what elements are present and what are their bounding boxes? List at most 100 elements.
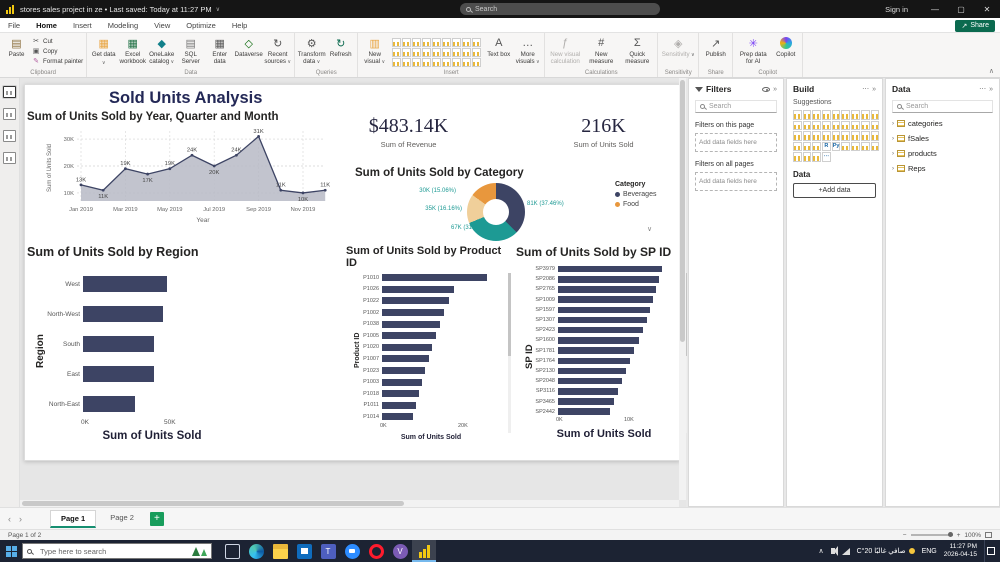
bar[interactable] <box>558 326 643 334</box>
more-options-icon[interactable]: ⋯ <box>862 85 869 93</box>
sql-server-button[interactable]: ▤ SQL Server <box>177 35 204 66</box>
data-table-products[interactable]: › products <box>892 149 993 158</box>
prep-data-for-ai-button[interactable]: ✳ Prep data for AI <box>736 35 770 66</box>
taskbar-app-power-bi[interactable] <box>412 540 436 562</box>
network-icon[interactable] <box>841 547 850 555</box>
more-options-icon[interactable]: ⋯ <box>979 85 986 93</box>
azure-map-visual-icon[interactable] <box>822 131 831 141</box>
bar-row-p1010[interactable]: P1010 <box>346 272 511 284</box>
bar[interactable] <box>382 285 454 293</box>
arcgis-map-visual-icon[interactable] <box>432 58 442 67</box>
report-view-icon[interactable] <box>3 86 16 98</box>
previous-page-icon[interactable]: ‹ <box>8 514 11 524</box>
bar[interactable] <box>558 306 651 314</box>
ribbon-chart-visual-icon[interactable] <box>812 120 822 130</box>
clock[interactable]: 11:27 PM 2026-04-15 <box>944 543 977 559</box>
chevron-right-icon[interactable]: › <box>892 121 894 127</box>
canvas-horizontal-scrollbar[interactable] <box>20 500 679 507</box>
bar[interactable] <box>382 401 417 409</box>
bar-row-sp1764[interactable]: SP1764 <box>516 356 687 366</box>
100-stacked-column-visual-icon[interactable] <box>841 110 851 120</box>
line-and-clustered-column-visual-icon[interactable] <box>802 120 812 130</box>
bar-row-p1002[interactable]: P1002 <box>346 307 511 319</box>
tray-expand-icon[interactable]: ∧ <box>818 547 823 555</box>
visual-donut-chart[interactable]: Sum of Units Sold by Category 81K (37.46%… <box>343 167 681 245</box>
filters-drop-area[interactable]: Add data fields here <box>695 133 777 152</box>
stacked-area-visual-icon[interactable] <box>472 38 482 47</box>
chevron-right-icon[interactable]: › <box>892 151 894 157</box>
onelake-catalog-button[interactable]: ◆ OneLake catalog ∨ <box>148 35 175 66</box>
bar[interactable] <box>558 377 623 385</box>
shape-map-visual-icon[interactable] <box>412 58 422 67</box>
bar[interactable] <box>382 413 414 421</box>
text-box-button[interactable]: A Text box <box>485 35 512 58</box>
bar-row-p1038[interactable]: P1038 <box>346 318 511 330</box>
transform-data-button[interactable]: ⚙ Transform data ∨ <box>298 35 326 66</box>
enter-data-button[interactable]: ▦ Enter data <box>206 35 233 66</box>
bar[interactable] <box>83 366 155 382</box>
bar-row-sp2442[interactable]: SP2442 <box>516 407 687 417</box>
bar[interactable] <box>382 274 487 282</box>
visual-line-chart[interactable]: Sum of Units Sold by Year, Quarter and M… <box>27 111 341 245</box>
dax-query-view-icon[interactable] <box>3 152 16 164</box>
speaker-icon[interactable] <box>830 546 838 556</box>
visual-sp-bar-chart[interactable]: Sum of Units Sold by SP ID SP3979 SP2086 SP… <box>516 245 687 459</box>
stacked-bar-visual-icon[interactable] <box>392 38 402 47</box>
get-data-button[interactable]: ▦ Get data ∨ <box>90 35 117 67</box>
legend-item-beverages[interactable]: Beverages <box>615 191 656 198</box>
bar-row-sp1597[interactable]: SP1597 <box>516 305 687 315</box>
bar-row-sp1781[interactable]: SP1781 <box>516 346 687 356</box>
data-table-reps[interactable]: › Reps <box>892 164 993 173</box>
sensitivity-button[interactable]: ◈ Sensitivity ∨ <box>661 35 695 59</box>
python-visual-icon[interactable]: Py <box>831 141 841 151</box>
bar[interactable] <box>83 336 155 352</box>
bar[interactable] <box>558 398 615 405</box>
multi-row-card-visual-icon[interactable] <box>462 58 472 67</box>
table-view-icon[interactable] <box>3 108 16 120</box>
matrix-visual-icon[interactable] <box>812 141 822 151</box>
decomposition-tree-visual-icon[interactable] <box>851 141 860 151</box>
visual-units-card[interactable]: 216K Sum of Units Sold <box>536 113 671 167</box>
clustered-column-visual-icon[interactable] <box>822 110 831 120</box>
donut-visual-icon[interactable] <box>860 120 870 130</box>
bar-row-p1014[interactable]: P1014 <box>346 411 511 423</box>
stacked-area-visual-icon[interactable] <box>870 110 880 120</box>
ribbon-chart-visual-icon[interactable] <box>412 48 422 57</box>
collapse-pane-icon[interactable]: » <box>773 86 777 93</box>
action-center-icon[interactable] <box>984 540 996 562</box>
model-view-icon[interactable] <box>3 130 16 142</box>
data-search-box[interactable]: Search <box>892 100 993 113</box>
collapse-pane-icon[interactable]: » <box>989 86 993 93</box>
publish-button[interactable]: ↗ Publish <box>702 35 729 59</box>
bar-row-west[interactable]: West <box>27 269 340 299</box>
page-tab-page-2[interactable]: Page 2 <box>100 510 144 528</box>
taskbar-app-viber[interactable]: V <box>388 540 412 562</box>
bar[interactable] <box>558 357 630 365</box>
line-and-clustered-column-visual-icon[interactable] <box>402 48 412 57</box>
bar[interactable] <box>382 309 445 317</box>
paste-button[interactable]: ▤ Paste <box>3 35 30 59</box>
page-tab-page-1[interactable]: Page 1 <box>50 509 97 528</box>
add-page-button[interactable]: + <box>149 511 164 526</box>
slicer-visual-icon[interactable] <box>793 141 802 151</box>
quick-measure-button[interactable]: Σ Quick measure <box>620 35 654 65</box>
bar-row-p1026[interactable]: P1026 <box>346 284 511 296</box>
report-page[interactable]: Sold Units Analysis Sum of Units Sold by… <box>24 84 687 461</box>
bar[interactable] <box>382 367 426 375</box>
dataverse-button[interactable]: ◇ Dataverse <box>235 35 263 59</box>
cut-button[interactable]: ✂ Cut <box>32 37 83 46</box>
bar-row-north-west[interactable]: North-West <box>27 299 340 329</box>
waterfall-visual-icon[interactable] <box>422 48 432 57</box>
map-visual-icon[interactable] <box>392 58 402 67</box>
bar[interactable] <box>558 347 635 354</box>
bar-row-north-east[interactable]: North-East <box>27 389 340 419</box>
line-and-stacked-column-visual-icon[interactable] <box>392 48 402 57</box>
bar-row-sp1600[interactable]: SP1600 <box>516 335 687 345</box>
taskbar-app-teams[interactable]: T <box>316 540 340 562</box>
card-visual-icon[interactable] <box>452 58 462 67</box>
title-dropdown-icon[interactable]: ∨ <box>216 6 220 13</box>
bar-row-sp1009[interactable]: SP1009 <box>516 295 687 305</box>
start-button[interactable] <box>0 540 22 562</box>
fit-to-page-icon[interactable] <box>985 532 992 538</box>
bar-row-sp3116[interactable]: SP3116 <box>516 386 687 396</box>
